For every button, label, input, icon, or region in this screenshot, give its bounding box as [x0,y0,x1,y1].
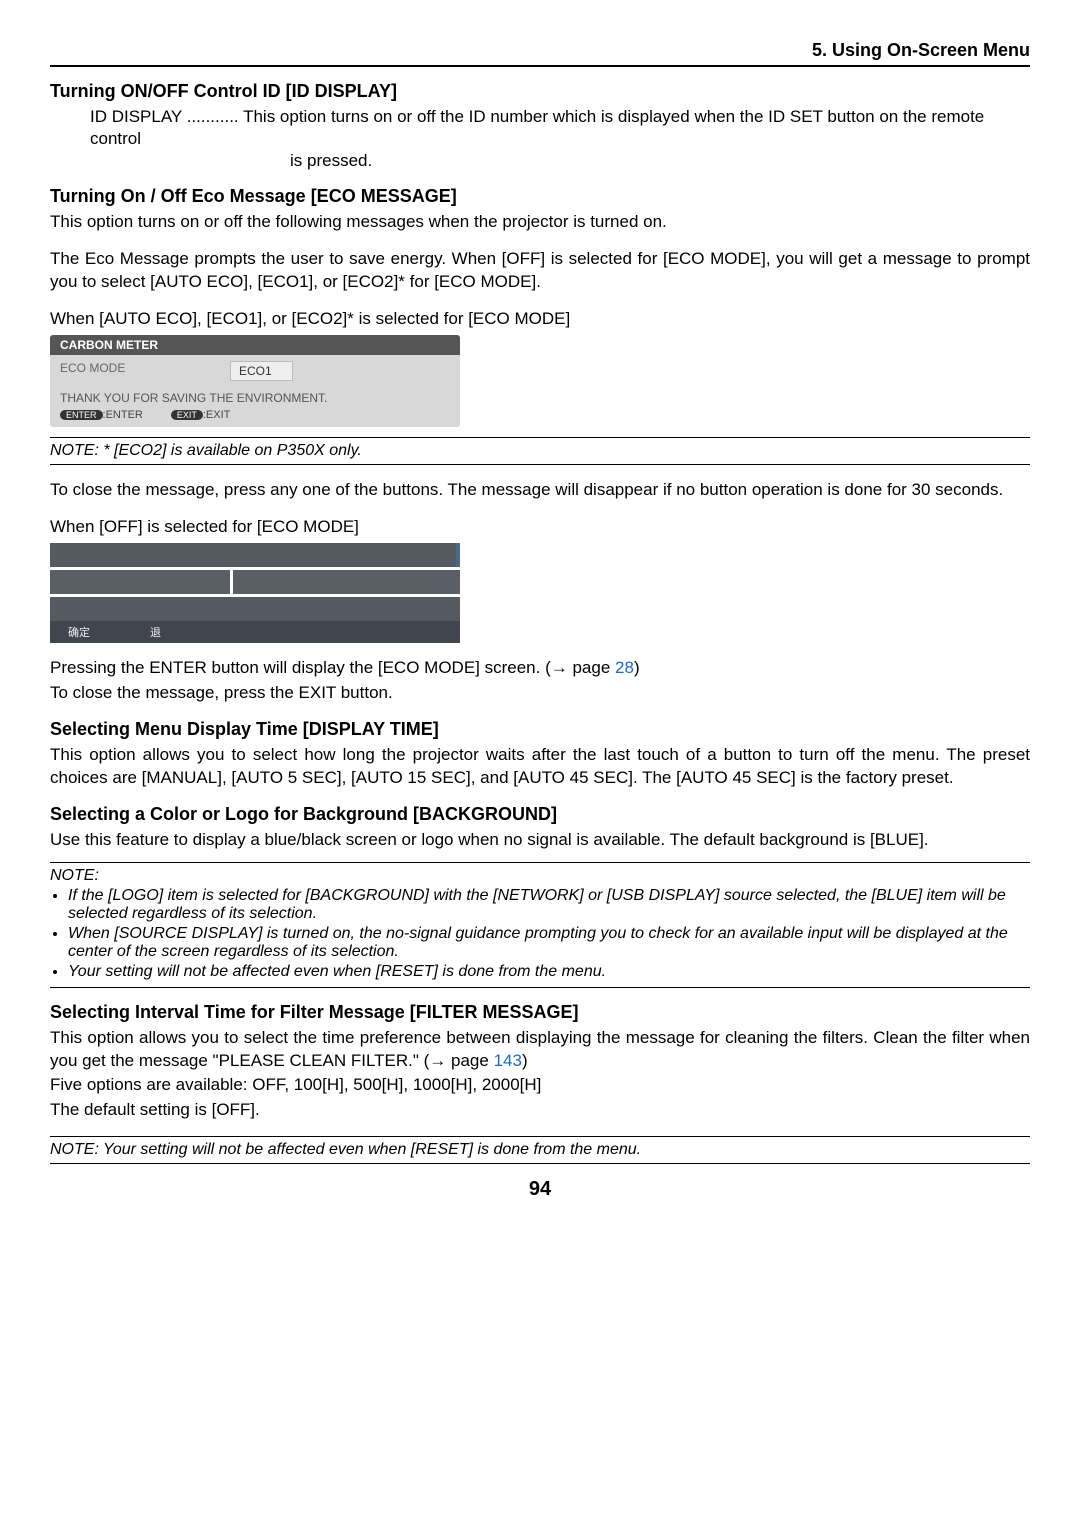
screenshot-title: CARBON METER [50,335,460,355]
eco-mode-label: ECO MODE [60,361,230,381]
paragraph: Use this feature to display a blue/black… [50,829,1030,852]
heading-background: Selecting a Color or Logo for Background… [50,804,1030,825]
footer-hint: 确定 [68,624,90,640]
paragraph: When [AUTO ECO], [ECO1], or [ECO2]* is s… [50,308,1030,331]
paragraph: The default setting is [OFF]. [50,1099,1030,1122]
exit-hint: EXIT:EXIT [171,409,231,421]
enter-hint: ENTER:ENTER [60,409,143,421]
page-link-143[interactable]: 143 [494,1051,522,1070]
eco-mode-value: ECO1 [230,361,293,381]
heading-display-time: Selecting Menu Display Time [DISPLAY TIM… [50,719,1030,740]
screenshot-message: THANK YOU FOR SAVING THE ENVIRONMENT. [50,387,460,407]
page-link-28[interactable]: 28 [615,658,634,677]
paragraph: To close the message, press any one of t… [50,479,1030,502]
paragraph: Pressing the ENTER button will display t… [50,657,1030,680]
paragraph: This option turns on or off the followin… [50,211,1030,234]
heading-eco-message: Turning On / Off Eco Message [ECO MESSAG… [50,186,1030,207]
heading-filter-message: Selecting Interval Time for Filter Messa… [50,1002,1030,1023]
paragraph: This option allows you to select the tim… [50,1027,1030,1073]
paragraph: The Eco Message prompts the user to save… [50,248,1030,294]
paragraph: This option allows you to select how lon… [50,744,1030,790]
paragraph: When [OFF] is selected for [ECO MODE] [50,516,1030,539]
carbon-meter-screenshot: CARBON METER ECO MODE ECO1 THANK YOU FOR… [50,335,460,427]
note-background: NOTE: If the [LOGO] item is selected for… [50,862,1030,988]
footer-hint: 退 [150,624,161,640]
note-bullet: If the [LOGO] item is selected for [BACK… [68,887,1030,923]
heading-id-display: Turning ON/OFF Control ID [ID DISPLAY] [50,81,1030,102]
chapter-title: 5. Using On-Screen Menu [812,40,1030,60]
paragraph: To close the message, press the EXIT but… [50,682,1030,705]
paragraph: Five options are available: OFF, 100[H],… [50,1074,1030,1097]
note-filter: NOTE: Your setting will not be affected … [50,1136,1030,1164]
note-bullet: Your setting will not be affected even w… [68,963,1030,981]
note-bullet: When [SOURCE DISPLAY] is turned on, the … [68,925,1030,961]
note-eco2: NOTE: * [ECO2] is available on P350X onl… [50,437,1030,465]
eco-off-screenshot: 确定 退 [50,543,460,643]
chapter-header: 5. Using On-Screen Menu [50,40,1030,67]
page-number: 94 [50,1178,1030,1201]
id-display-definition: ID DISPLAY ........... This option turns… [50,106,1030,172]
